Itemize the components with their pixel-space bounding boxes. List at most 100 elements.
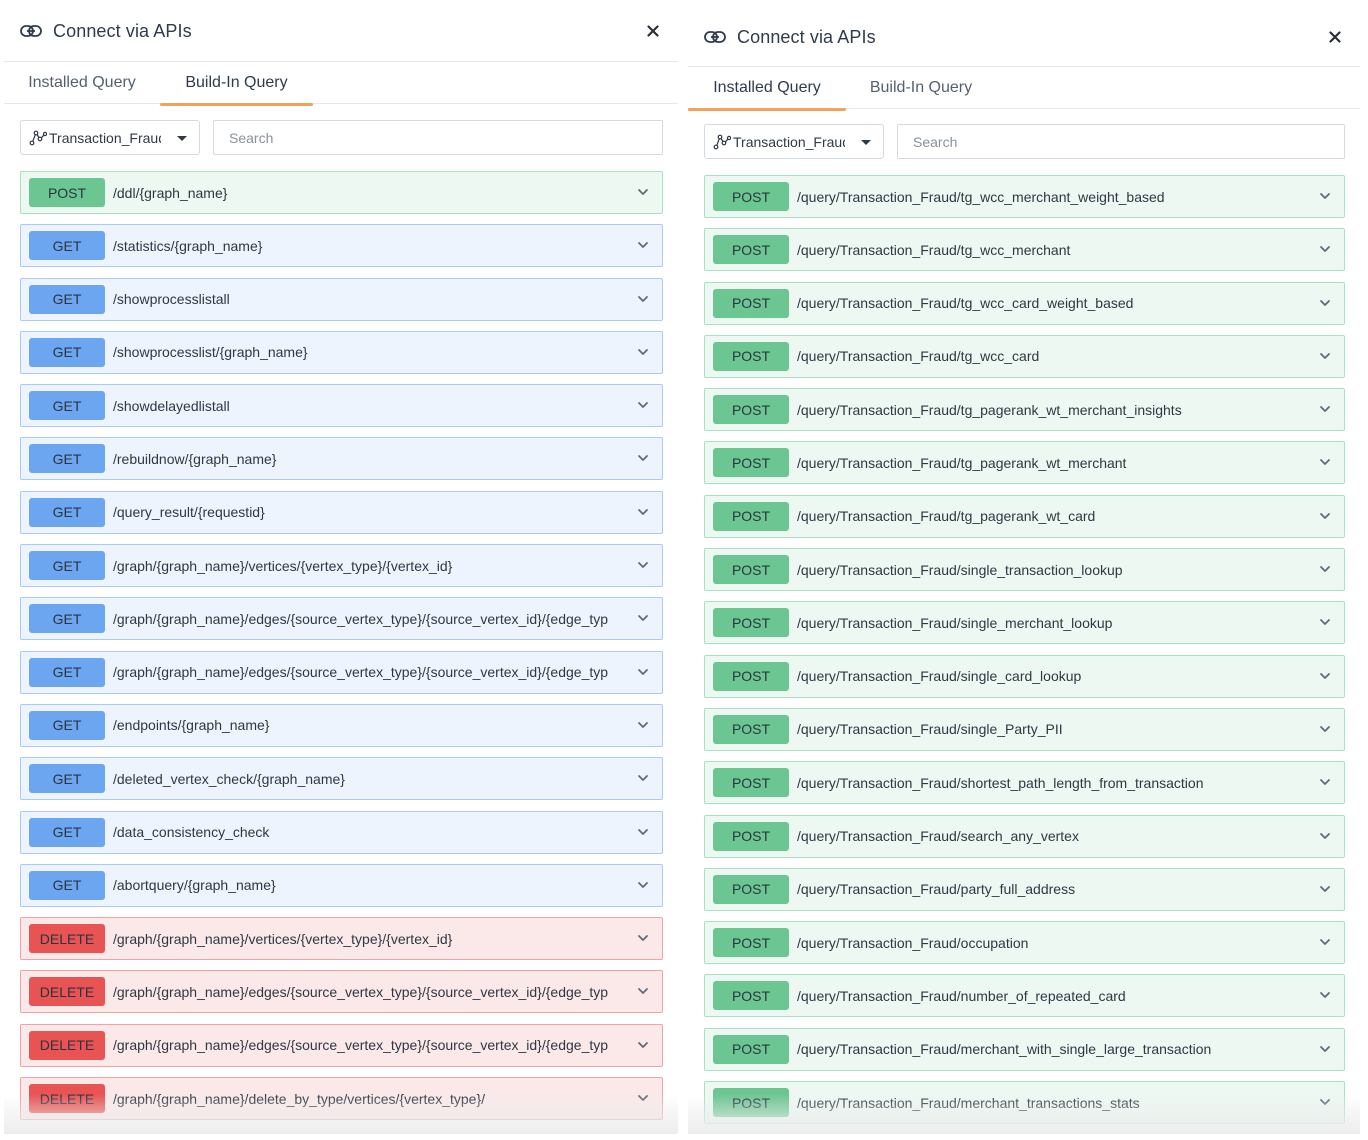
tab-installed-query[interactable]: Installed Query — [4, 62, 160, 104]
endpoint-row[interactable]: POST/query/Transaction_Fraud/tg_wcc_merc… — [704, 228, 1345, 272]
chevron-down-icon[interactable] — [1318, 829, 1332, 841]
endpoint-path: /abortquery/{graph_name} — [113, 877, 276, 894]
chevron-down-icon[interactable] — [1318, 615, 1332, 627]
chevron-down-icon[interactable] — [636, 558, 650, 570]
endpoint-row[interactable]: POST/query/Transaction_Fraud/tg_pagerank… — [704, 494, 1345, 538]
endpoint-row[interactable]: GET/statistics/{graph_name} — [20, 224, 663, 268]
endpoint-path: /query/Transaction_Fraud/number_of_repea… — [797, 987, 1126, 1004]
endpoint-row[interactable]: GET/graph/{graph_name}/edges/{source_ver… — [20, 650, 663, 694]
endpoint-path: /query/Transaction_Fraud/shortest_path_l… — [797, 774, 1204, 791]
tab-installed-query[interactable]: Installed Query — [688, 67, 846, 111]
method-badge-post: POST — [713, 981, 789, 1011]
chevron-down-icon[interactable] — [1318, 189, 1332, 201]
endpoint-row[interactable]: GET/endpoints/{graph_name} — [20, 703, 663, 747]
endpoint-row[interactable]: POST/ddl/{graph_name} — [20, 171, 663, 214]
endpoint-row[interactable]: GET/data_consistency_check — [20, 810, 663, 854]
search-input[interactable] — [897, 124, 1345, 159]
chevron-down-icon[interactable] — [1318, 669, 1332, 681]
method-badge-post: POST — [713, 768, 789, 798]
chevron-down-icon[interactable] — [636, 771, 650, 783]
chevron-down-icon[interactable] — [1318, 349, 1332, 361]
panel-title: Connect via APIs — [53, 20, 192, 41]
close-button[interactable] — [1324, 26, 1346, 48]
endpoint-row[interactable]: POST/query/Transaction_Fraud/single_merc… — [704, 601, 1345, 645]
chevron-down-icon[interactable] — [636, 185, 650, 197]
chevron-down-icon[interactable] — [1318, 1095, 1332, 1107]
chevron-down-icon[interactable] — [1318, 1042, 1332, 1054]
chevron-down-icon[interactable] — [1318, 509, 1332, 521]
endpoint-row[interactable]: GET/query_result/{requestid} — [20, 490, 663, 534]
endpoint-path: /query/Transaction_Fraud/tg_wcc_card_wei… — [797, 295, 1134, 312]
method-badge-get: GET — [29, 764, 105, 794]
method-badge-post: POST — [713, 928, 789, 958]
endpoint-row[interactable]: POST/query/Transaction_Fraud/merchant_wi… — [704, 1027, 1345, 1071]
chevron-down-icon[interactable] — [1318, 455, 1332, 467]
method-badge-post: POST — [713, 341, 789, 371]
endpoint-row[interactable]: GET/showprocesslistall — [20, 277, 663, 321]
chevron-down-icon[interactable] — [636, 345, 650, 357]
close-button[interactable] — [642, 20, 664, 42]
endpoint-row[interactable]: POST/query/Transaction_Fraud/occupation — [704, 921, 1345, 965]
endpoint-row[interactable]: GET/rebuildnow/{graph_name} — [20, 437, 663, 481]
endpoint-row[interactable]: POST/query/Transaction_Fraud/tg_wcc_card… — [704, 281, 1345, 325]
graph-select[interactable]: Transaction_Fraud — [704, 124, 884, 159]
endpoint-row[interactable]: POST/query/Transaction_Fraud/tg_pagerank… — [704, 441, 1345, 485]
endpoint-row[interactable]: DELETE/graph/{graph_name}/delete_by_type… — [20, 1077, 663, 1121]
chevron-down-icon[interactable] — [636, 825, 650, 837]
endpoint-row[interactable]: GET/graph/{graph_name}/edges/{source_ver… — [20, 597, 663, 641]
endpoint-path: /query/Transaction_Fraud/tg_wcc_card — [797, 348, 1040, 365]
chevron-down-icon[interactable] — [636, 505, 650, 517]
api-panel-builtin: Connect via APIs Installed Query Build-I… — [4, 0, 678, 1134]
chevron-down-icon[interactable] — [636, 451, 650, 463]
chevron-down-icon[interactable] — [636, 238, 650, 250]
chevron-down-icon[interactable] — [1318, 402, 1332, 414]
endpoint-row[interactable]: POST/query/Transaction_Fraud/number_of_r… — [704, 974, 1345, 1018]
endpoint-row[interactable]: POST/query/Transaction_Fraud/tg_pagerank… — [704, 388, 1345, 432]
chevron-down-icon[interactable] — [1318, 722, 1332, 734]
endpoint-row[interactable]: POST/query/Transaction_Fraud/shortest_pa… — [704, 761, 1345, 805]
chevron-down-icon[interactable] — [1318, 296, 1332, 308]
chevron-down-icon[interactable] — [636, 878, 650, 890]
method-badge-post: POST — [29, 178, 105, 207]
chevron-down-icon[interactable] — [1318, 775, 1332, 787]
endpoint-row[interactable]: GET/graph/{graph_name}/vertices/{vertex_… — [20, 544, 663, 588]
chevron-down-icon[interactable] — [636, 718, 650, 730]
chevron-down-icon[interactable] — [636, 665, 650, 677]
endpoint-row[interactable]: POST/query/Transaction_Fraud/merchant_tr… — [704, 1081, 1345, 1125]
endpoint-row[interactable]: GET/deleted_vertex_check/{graph_name} — [20, 757, 663, 801]
endpoint-row[interactable]: DELETE/graph/{graph_name}/edges/{source_… — [20, 1023, 663, 1067]
endpoint-row[interactable]: DELETE/graph/{graph_name}/edges/{source_… — [20, 970, 663, 1014]
chevron-down-icon[interactable] — [636, 1038, 650, 1050]
chevron-down-icon[interactable] — [1318, 988, 1332, 1000]
search-input[interactable] — [213, 120, 663, 155]
endpoint-row[interactable]: POST/query/Transaction_Fraud/search_any_… — [704, 814, 1345, 858]
endpoint-list: POST/query/Transaction_Fraud/tg_wcc_merc… — [704, 175, 1345, 1134]
endpoint-row[interactable]: POST/query/Transaction_Fraud/single_card… — [704, 654, 1345, 698]
chevron-down-icon[interactable] — [1318, 935, 1332, 947]
endpoint-row[interactable]: GET/abortquery/{graph_name} — [20, 863, 663, 907]
endpoint-row[interactable]: POST/query/Transaction_Fraud/tg_wcc_card — [704, 334, 1345, 378]
chevron-down-icon[interactable] — [636, 292, 650, 304]
endpoint-row[interactable]: POST/query/Transaction_Fraud/single_tran… — [704, 548, 1345, 592]
endpoint-row[interactable]: POST/query/Transaction_Fraud/single_Part… — [704, 707, 1345, 751]
method-badge-post: POST — [713, 1034, 789, 1064]
chevron-down-icon[interactable] — [636, 984, 650, 996]
endpoint-path: /endpoints/{graph_name} — [113, 717, 270, 734]
method-badge-post: POST — [713, 874, 789, 904]
graph-select[interactable]: Transaction_Fraud — [20, 120, 200, 155]
chevron-down-icon[interactable] — [636, 398, 650, 410]
tab-build-in-query[interactable]: Build-In Query — [846, 67, 996, 109]
endpoint-row[interactable]: DELETE/graph/{graph_name}/vertices/{vert… — [20, 917, 663, 961]
chevron-down-icon[interactable] — [636, 611, 650, 623]
endpoint-row[interactable]: POST/query/Transaction_Fraud/tg_wcc_merc… — [704, 175, 1345, 218]
chevron-down-icon[interactable] — [1318, 242, 1332, 254]
endpoint-row[interactable]: GET/showdelayedlistall — [20, 384, 663, 428]
chevron-down-icon[interactable] — [1318, 882, 1332, 894]
chevron-down-icon[interactable] — [636, 931, 650, 943]
tab-build-in-query[interactable]: Build-In Query — [160, 62, 313, 106]
chevron-down-icon[interactable] — [1318, 562, 1332, 574]
chevron-down-icon[interactable] — [636, 1091, 650, 1103]
endpoint-row[interactable]: POST/query/Transaction_Fraud/party_full_… — [704, 867, 1345, 911]
endpoint-row[interactable]: GET/showprocesslist/{graph_name} — [20, 330, 663, 374]
panel-header: Connect via APIs — [688, 6, 1360, 68]
